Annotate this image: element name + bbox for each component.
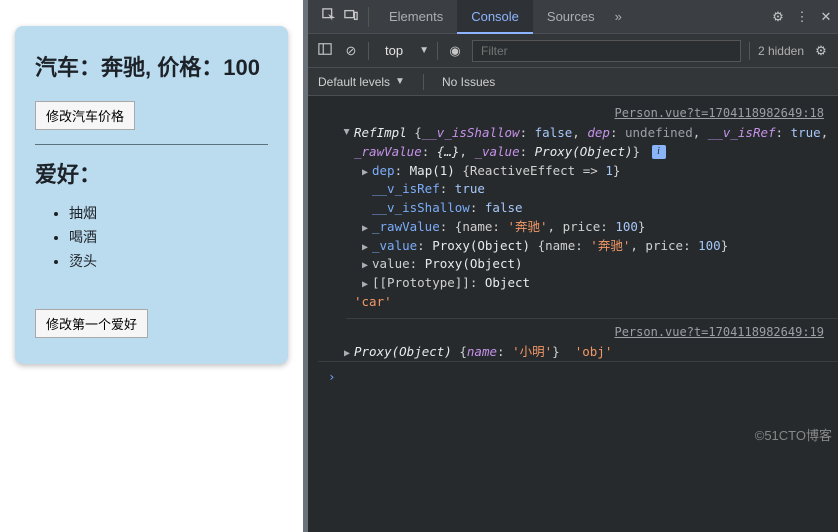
- inspect-icon[interactable]: [318, 8, 340, 25]
- hidden-count: 2 hidden: [758, 44, 804, 58]
- disclosure-arrow-icon[interactable]: ▶: [339, 129, 354, 139]
- log-prop[interactable]: ▶ value: Proxy(Object): [318, 255, 838, 274]
- divider: [749, 42, 750, 60]
- filter-input[interactable]: [472, 40, 741, 62]
- list-item: 烫头: [69, 249, 268, 273]
- hobby-heading: 爱好：: [35, 161, 268, 190]
- chevron-down-icon: ▼: [419, 45, 429, 56]
- clear-icon[interactable]: ⊘: [342, 43, 360, 59]
- log-prop[interactable]: ▶ _rawValue: {name: '奔驰', price: 100}: [318, 218, 838, 237]
- divider: [437, 42, 438, 60]
- console-levelbar: Default levels ▼ No Issues: [308, 68, 838, 96]
- log-line[interactable]: ▶ RefImpl {__v_isShallow: false, dep: un…: [318, 124, 838, 162]
- log-prop[interactable]: ▶ _value: Proxy(Object) {name: '奔驰', pri…: [318, 237, 838, 256]
- no-issues[interactable]: No Issues: [442, 75, 495, 89]
- card: 汽车：奔驰, 价格：100 修改汽车价格 爱好： 抽烟 喝酒 烫头 修改第一个爱…: [15, 26, 288, 364]
- tab-elements[interactable]: Elements: [375, 0, 457, 34]
- log-prop[interactable]: ▶ [[Prototype]]: Object: [318, 274, 838, 293]
- sidebar-toggle-icon[interactable]: [316, 42, 334, 59]
- tab-console[interactable]: Console: [457, 0, 533, 34]
- chevron-down-icon: ▼: [395, 76, 405, 87]
- tab-more[interactable]: »: [609, 0, 628, 34]
- watermark: ©51CTO博客: [755, 425, 832, 444]
- console-prompt[interactable]: ›: [318, 361, 838, 393]
- app-pane: 汽车：奔驰, 价格：100 修改汽车价格 爱好： 抽烟 喝酒 烫头 修改第一个爱…: [0, 0, 303, 532]
- change-hobby-button[interactable]: 修改第一个爱好: [35, 309, 148, 338]
- context-selector[interactable]: top: [377, 41, 411, 60]
- info-icon[interactable]: i: [652, 145, 666, 159]
- console-filterbar: ⊘ top ▼ ◉ 2 hidden ⚙: [308, 34, 838, 68]
- gear-icon[interactable]: ⚙: [766, 9, 790, 25]
- log-separator: [346, 318, 838, 319]
- device-icon[interactable]: [340, 8, 362, 25]
- divider: [423, 74, 424, 90]
- disclosure-arrow-icon[interactable]: ▶: [344, 346, 354, 361]
- divider: [368, 42, 369, 60]
- disclosure-arrow-icon[interactable]: ▶: [362, 221, 372, 236]
- log-prop: __v_isShallow: false: [318, 199, 838, 218]
- disclosure-arrow-icon[interactable]: ▶: [362, 240, 372, 255]
- log-line[interactable]: ▶ Proxy(Object) {name: '小明'} 'obj': [318, 343, 838, 362]
- change-price-button[interactable]: 修改汽车价格: [35, 101, 135, 130]
- car-title: 汽车：奔驰, 价格：100: [35, 54, 268, 83]
- devtools-panel: Elements Console Sources » ⚙ ⋮ ✕ ⊘ top ▼…: [308, 0, 838, 532]
- close-icon[interactable]: ✕: [814, 9, 838, 25]
- eye-icon[interactable]: ◉: [446, 43, 464, 59]
- log-prop: __v_isRef: true: [318, 180, 838, 199]
- disclosure-arrow-icon[interactable]: ▶: [362, 277, 372, 292]
- console-output: Person.vue?t=1704118982649:18 ▶ RefImpl …: [308, 96, 838, 401]
- divider: [368, 7, 369, 27]
- divider: [35, 144, 268, 145]
- disclosure-arrow-icon[interactable]: ▶: [362, 165, 372, 180]
- kebab-icon[interactable]: ⋮: [790, 9, 814, 25]
- disclosure-arrow-icon[interactable]: ▶: [362, 258, 372, 273]
- list-item: 喝酒: [69, 225, 268, 249]
- gear-icon[interactable]: ⚙: [812, 43, 830, 59]
- default-levels[interactable]: Default levels: [318, 75, 390, 89]
- tab-sources[interactable]: Sources: [533, 0, 609, 34]
- source-link[interactable]: Person.vue?t=1704118982649:19: [318, 323, 838, 341]
- log-line: 'car': [318, 293, 838, 312]
- list-item: 抽烟: [69, 201, 268, 225]
- devtools-tabbar: Elements Console Sources » ⚙ ⋮ ✕: [308, 0, 838, 34]
- source-link[interactable]: Person.vue?t=1704118982649:18: [318, 104, 838, 122]
- log-prop[interactable]: ▶ dep: Map(1) {ReactiveEffect => 1}: [318, 162, 838, 181]
- hobby-list: 抽烟 喝酒 烫头: [69, 201, 268, 273]
